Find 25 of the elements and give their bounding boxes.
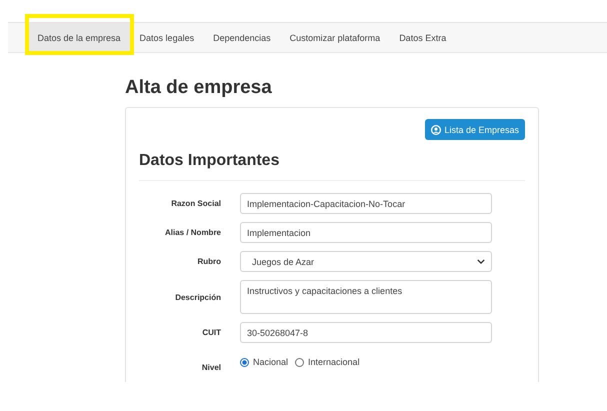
tab[interactable]: Dependencias [204, 23, 280, 52]
radio-label: Internacional [308, 357, 360, 367]
radio-button[interactable] [295, 358, 304, 366]
field-label: Descripción [174, 292, 221, 302]
text-area[interactable]: Instructivos y capacitaciones a clientes [240, 280, 492, 314]
tab[interactable]: Customizar plataforma [280, 23, 390, 52]
field-label: Razon Social [170, 199, 221, 208]
field-label: Alias / Nombre [164, 228, 221, 237]
field-label: Nivel [200, 363, 221, 372]
field-label: Rubro [196, 257, 221, 266]
list-button[interactable]: Lista de Empresas [425, 119, 525, 140]
select-field[interactable]: Juegos de Azar [240, 251, 492, 272]
input-field[interactable]: Implementacion-Capacitacion-No-Tocar [240, 193, 492, 214]
radio-button[interactable] [240, 358, 249, 366]
section-title: Datos Importantes [139, 152, 280, 170]
chevron-down-icon [477, 259, 485, 264]
input-field[interactable]: 30-50268047-8 [240, 322, 492, 343]
tab[interactable]: Datos de la empresa [28, 23, 130, 52]
page-title: Alta de empresa [125, 77, 273, 99]
field-label: CUIT [201, 328, 221, 337]
tab[interactable]: Datos legales [130, 23, 204, 52]
user-circle-icon [431, 124, 442, 134]
radio-label: Nacional [253, 357, 288, 367]
input-field[interactable]: Implementacion [240, 222, 492, 243]
tab[interactable]: Datos Extra [390, 23, 456, 52]
